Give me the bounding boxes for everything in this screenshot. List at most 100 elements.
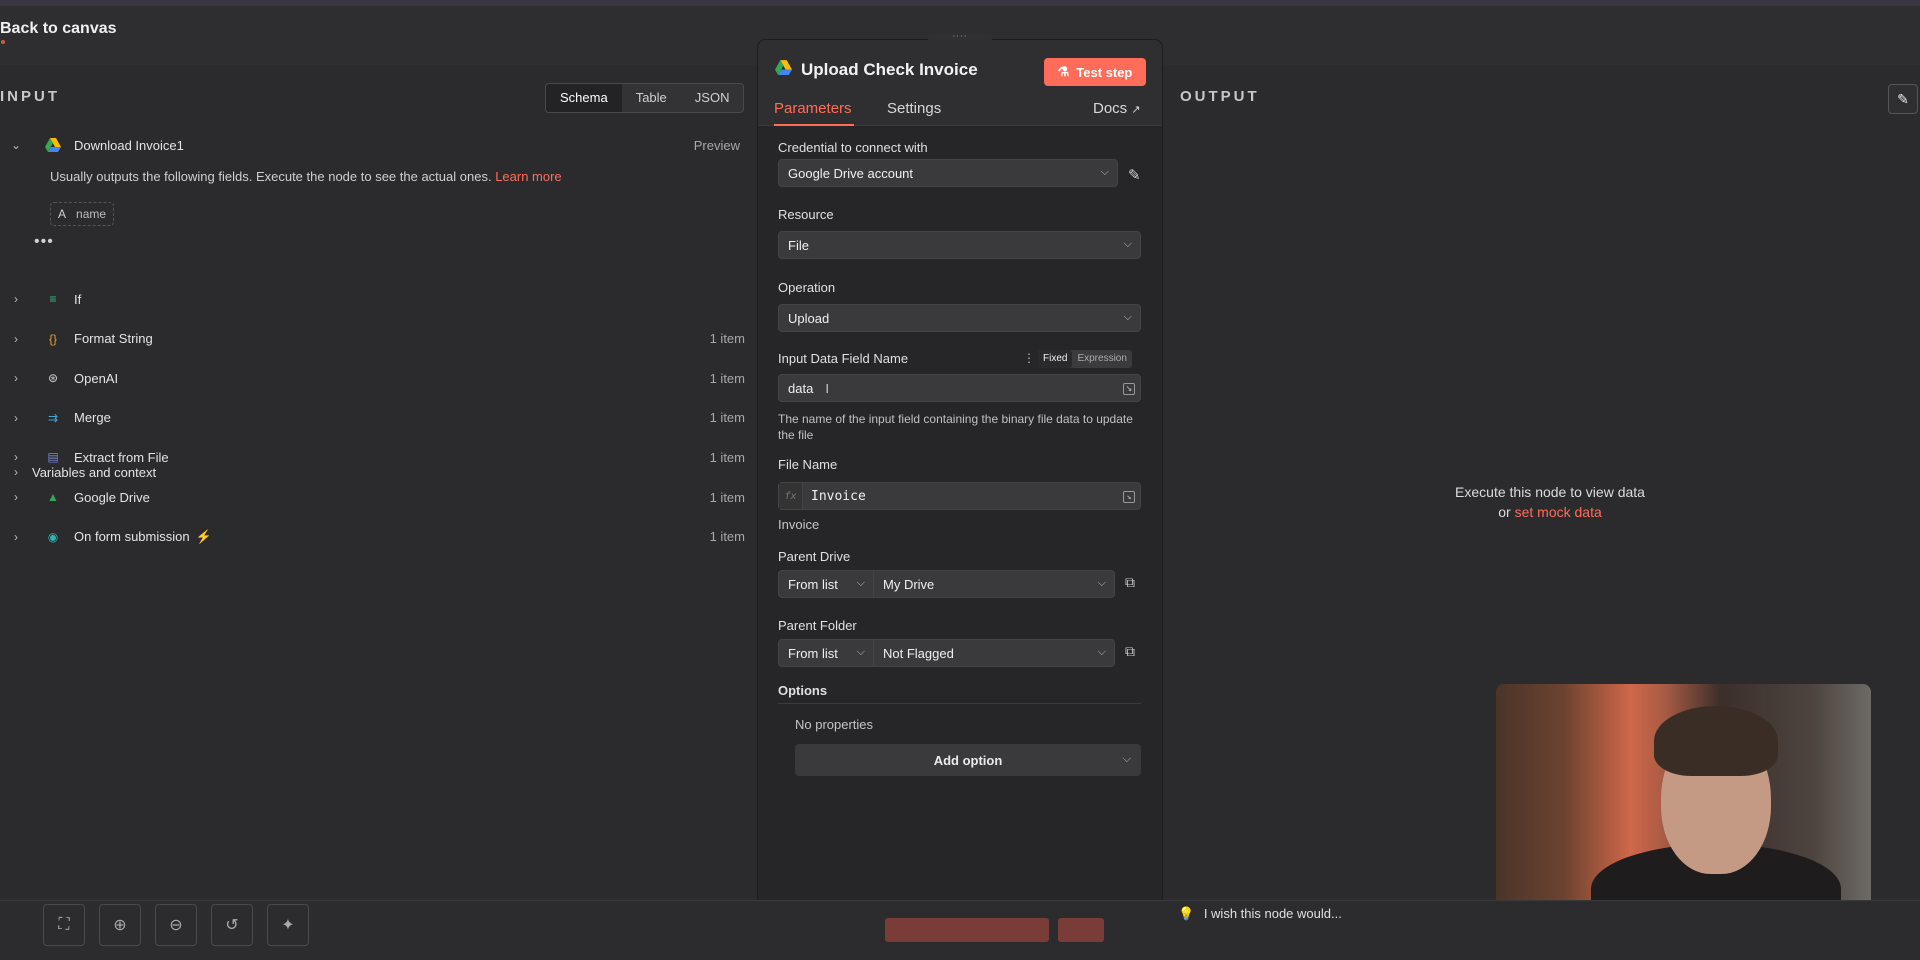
tab-table[interactable]: Table xyxy=(622,84,681,112)
chevron-down-icon: ⌵ xyxy=(1097,577,1106,589)
mode-fixed[interactable]: Fixed xyxy=(1038,350,1073,368)
test-step-button[interactable]: ⚗ Test step xyxy=(1044,58,1146,86)
resource-label: Resource xyxy=(778,207,834,222)
modal-title: Upload Check Invoice xyxy=(775,60,978,80)
active-tab-indicator xyxy=(774,124,854,126)
chevron-down-icon: ⌵ xyxy=(856,646,865,658)
docs-link[interactable]: Docs ↗ xyxy=(1093,100,1141,117)
code-icon: {} xyxy=(48,331,57,346)
chevron-right-icon: › xyxy=(14,410,18,425)
chevron-right-icon: › xyxy=(14,490,18,504)
tidy-icon[interactable]: ✦ xyxy=(267,904,309,946)
node-label: On form submission xyxy=(74,529,190,545)
tree-node[interactable]: › ≡ If xyxy=(0,284,745,314)
resource-value: File xyxy=(788,237,809,253)
mode-expression[interactable]: Expression xyxy=(1072,350,1131,368)
chevron-right-icon: › xyxy=(14,529,18,544)
node-label: Format String xyxy=(74,331,153,347)
parent-drive-mode-select[interactable]: From list ⌵ xyxy=(778,570,874,598)
credential-label: Credential to connect with xyxy=(778,140,928,155)
chevron-down-icon: ⌵ xyxy=(1123,238,1132,250)
feedback-link[interactable]: 💡 I wish this node would... xyxy=(1178,906,1342,922)
input-title: INPUT xyxy=(0,88,60,105)
tab-settings[interactable]: Settings xyxy=(887,100,941,117)
edit-output-button[interactable]: ✎ xyxy=(1888,84,1918,114)
item-count: 1 item xyxy=(709,410,745,426)
back-to-canvas-link[interactable]: Back to canvas xyxy=(0,20,117,38)
open-drive-link-icon[interactable]: ⧉ xyxy=(1125,574,1135,591)
item-count: 1 item xyxy=(709,370,745,386)
input-field-label: Input Data Field Name xyxy=(778,351,909,366)
node-label: Download Invoice1 xyxy=(74,137,184,153)
tree-node[interactable]: › ⇉ Merge 1 item xyxy=(0,403,745,433)
parent-folder-label: Parent Folder xyxy=(778,618,857,633)
options-divider xyxy=(778,703,1141,704)
trigger-bolt-icon: ⚡ xyxy=(195,528,212,544)
expand-icon[interactable]: ↘ xyxy=(1123,383,1135,395)
tab-schema[interactable]: Schema xyxy=(546,84,622,112)
node-settings-modal: :::: Upload Check Invoice ⚗ Test step Pa… xyxy=(758,33,1162,920)
file-name-label: File Name xyxy=(778,457,838,472)
merge-icon: ⇉ xyxy=(47,410,59,425)
resource-select[interactable]: File ⌵ xyxy=(778,231,1141,259)
parent-folder-select[interactable]: Not Flagged ⌵ xyxy=(874,639,1115,667)
parent-drive-mode: From list xyxy=(788,576,838,592)
parent-folder-mode-select[interactable]: From list ⌵ xyxy=(778,639,874,667)
variables-and-context[interactable]: › Variables and context xyxy=(0,457,745,487)
input-data-field-input[interactable]: data I ↘ xyxy=(778,374,1141,402)
flask-icon: ⚗ xyxy=(1057,64,1070,79)
operation-label: Operation xyxy=(778,280,836,295)
google-drive-icon: ▲ xyxy=(47,490,59,504)
parent-folder-value: Not Flagged xyxy=(883,645,954,661)
options-label: Options xyxy=(778,683,828,698)
operation-select[interactable]: Upload ⌵ xyxy=(778,304,1141,332)
parent-drive-select[interactable]: My Drive ⌵ xyxy=(874,570,1115,598)
item-count: 1 item xyxy=(709,529,745,545)
no-properties-label: No properties xyxy=(795,717,874,732)
file-name-input[interactable]: fx Invoice ↘ xyxy=(778,482,1141,510)
set-mock-data-link[interactable]: set mock data xyxy=(1515,504,1602,520)
node-label: If xyxy=(74,291,82,307)
delete-button[interactable] xyxy=(1058,918,1104,942)
execute-workflow-button[interactable] xyxy=(885,918,1049,942)
credential-select[interactable]: Google Drive account ⌵ xyxy=(778,159,1118,187)
usually-outputs-text: Usually outputs the following fields. Ex… xyxy=(50,169,562,184)
text-cursor-icon: I xyxy=(825,380,829,396)
expand-icon[interactable]: ↘ xyxy=(1123,491,1135,503)
output-empty-state: Execute this node to view data or set mo… xyxy=(1380,482,1720,522)
chevron-down-icon: ⌵ xyxy=(1123,311,1132,323)
tab-json[interactable]: JSON xyxy=(681,84,744,112)
tab-parameters[interactable]: Parameters xyxy=(774,100,852,117)
parent-drive-label: Parent Drive xyxy=(778,549,851,564)
fit-view-icon[interactable]: ⛶ xyxy=(43,904,85,946)
operation-value: Upload xyxy=(788,310,830,326)
tree-node[interactable]: › ◉ On form submission ⚡ 1 item xyxy=(0,522,745,552)
view-tabs: Schema Table JSON xyxy=(545,83,745,113)
chevron-down-icon: ⌵ xyxy=(1097,646,1106,658)
google-drive-icon xyxy=(44,136,62,154)
parent-folder-picker: From list ⌵ Not Flagged ⌵ xyxy=(778,639,1115,667)
edit-credential-icon[interactable]: ✎ xyxy=(1128,166,1141,184)
string-type-icon: A xyxy=(58,207,67,221)
add-option-button[interactable]: Add option ⌵ xyxy=(795,744,1141,776)
add-option-label: Add option xyxy=(933,752,1003,768)
tree-node-download-invoice[interactable]: ⌄ Download Invoice1 Preview xyxy=(0,130,745,160)
parent-folder-mode: From list xyxy=(788,645,838,661)
tree-node[interactable]: › {} Format String 1 item xyxy=(0,324,745,354)
schema-field[interactable]: A name xyxy=(50,202,115,226)
google-drive-icon xyxy=(775,60,801,80)
preview-link[interactable]: Preview xyxy=(694,138,740,153)
form-icon: ◉ xyxy=(47,529,59,544)
field-options-icon[interactable]: ⋮ xyxy=(1023,351,1035,365)
tree-node[interactable]: › ⊛ OpenAI 1 item xyxy=(0,363,745,393)
zoom-out-icon[interactable]: ⊖ xyxy=(155,904,197,946)
open-folder-link-icon[interactable]: ⧉ xyxy=(1125,643,1135,660)
zoom-in-icon[interactable]: ⊕ xyxy=(99,904,141,946)
undo-icon[interactable]: ↺ xyxy=(211,904,253,946)
parent-drive-picker: From list ⌵ My Drive ⌵ xyxy=(778,570,1115,598)
lightbulb-icon: 💡 xyxy=(1178,906,1195,921)
modal-header: Upload Check Invoice ⚗ Test step Paramet… xyxy=(758,40,1162,126)
learn-more-link[interactable]: Learn more xyxy=(495,169,561,184)
more-fields-icon[interactable]: ••• xyxy=(34,233,54,251)
node-title[interactable]: Upload Check Invoice xyxy=(801,60,978,80)
